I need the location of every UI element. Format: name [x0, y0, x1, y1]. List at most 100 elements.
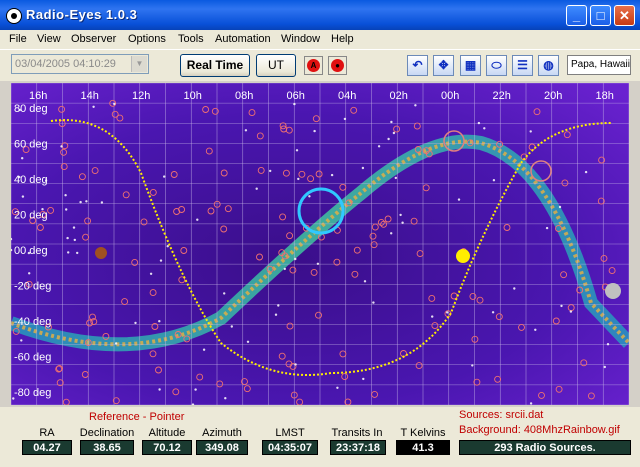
star-marker — [483, 127, 486, 130]
chevron-down-icon[interactable]: ▼ — [131, 56, 147, 72]
star-marker — [394, 176, 397, 180]
sky-map[interactable]: 16h 14h 12h 10h 08h 06h 04h 02h 00h 22h 20h 18h 80 … — [11, 83, 629, 405]
radio-eyes-app-icon — [6, 8, 22, 24]
toolbar: 03/04/2005 04:10:29 ▼ Real Time UT A ● ↶… — [0, 49, 640, 81]
star-marker — [431, 315, 434, 318]
ra-tick-label: 22h — [493, 90, 511, 102]
star-marker — [534, 328, 537, 331]
record-button-a[interactable]: A — [304, 56, 323, 75]
ellipse-button[interactable]: ⬭ — [486, 55, 507, 76]
ra-tick-label: 00h — [441, 90, 459, 102]
compass-button[interactable]: ✥ — [433, 55, 454, 76]
star-marker — [399, 213, 402, 217]
star-marker — [558, 205, 562, 209]
star-marker — [134, 321, 137, 325]
globe-button[interactable]: ◍ — [538, 55, 559, 76]
maximize-button[interactable]: □ — [590, 5, 611, 26]
star-marker — [477, 121, 481, 125]
dec-tick-label: -40 deg — [14, 316, 51, 328]
star-marker — [76, 251, 79, 255]
star-marker — [269, 169, 272, 173]
t-kelvins-value: 41.3 — [396, 440, 450, 455]
star-marker — [158, 388, 161, 391]
minimize-button[interactable]: _ — [566, 5, 587, 26]
sun-marker[interactable] — [456, 249, 470, 263]
ra-label: RA — [39, 427, 55, 439]
datetime-value: 03/04/2005 04:10:29 — [15, 58, 116, 70]
star-marker — [149, 272, 153, 275]
datetime-combobox[interactable]: 03/04/2005 04:10:29 ▼ — [11, 54, 149, 74]
star-marker — [308, 195, 311, 198]
star-marker — [113, 102, 116, 106]
declination-label: Declination — [79, 427, 135, 439]
star-marker — [492, 179, 496, 182]
star-marker — [79, 200, 82, 204]
star-marker — [66, 236, 69, 240]
ra-tick-label: 12h — [132, 90, 150, 102]
reference-label: Reference - Pointer — [89, 411, 185, 423]
menu-window[interactable]: Window — [281, 33, 320, 45]
sky-map-canvas[interactable]: 16h 14h 12h 10h 08h 06h 04h 02h 00h 22h 20h 18h 80 … — [11, 83, 629, 405]
grid-button[interactable]: ▦ — [460, 55, 481, 76]
star-marker — [72, 226, 76, 229]
close-button[interactable]: ✕ — [614, 5, 635, 26]
dec-tick-label: 80 deg — [14, 103, 48, 115]
star-marker — [362, 377, 365, 381]
menu-file[interactable]: File — [9, 33, 27, 45]
star-marker — [361, 166, 365, 170]
ellipse-icon: ⬭ — [491, 58, 502, 72]
star-marker — [316, 262, 320, 265]
menu-view[interactable]: View — [37, 33, 61, 45]
list-button[interactable]: ☰ — [512, 55, 533, 76]
globe-icon: ◍ — [543, 58, 554, 72]
ra-tick-label: 16h — [29, 90, 47, 102]
star-marker — [85, 200, 88, 203]
star-marker — [392, 131, 396, 135]
star-marker — [159, 259, 163, 262]
ut-button[interactable]: UT — [256, 54, 296, 77]
star-marker — [20, 339, 23, 342]
compass-icon: ✥ — [438, 58, 449, 72]
star-marker — [255, 187, 258, 190]
star-marker — [223, 292, 226, 295]
star-marker — [274, 313, 278, 316]
star-marker — [100, 201, 104, 204]
star-marker — [457, 198, 461, 201]
real-time-button[interactable]: Real Time — [180, 54, 250, 77]
record-button-b[interactable]: ● — [328, 56, 347, 75]
ra-tick-label: 20h — [544, 90, 562, 102]
star-marker — [244, 129, 248, 132]
transits-in-value: 23:37:18 — [330, 440, 386, 455]
planet-marker[interactable] — [95, 247, 107, 259]
star-marker — [584, 170, 588, 174]
location-field[interactable]: Papa, Hawaii — [567, 55, 631, 75]
grid-icon: ▦ — [464, 58, 477, 72]
moon-marker[interactable] — [605, 283, 621, 299]
ra-tick-label: 10h — [184, 90, 202, 102]
star-marker — [230, 325, 233, 328]
azimuth-value: 349.08 — [196, 440, 248, 455]
star-marker — [21, 157, 24, 160]
dec-tick-label: 40 deg — [14, 174, 48, 186]
altitude-label: Altitude — [148, 427, 186, 439]
undo-button[interactable]: ↶ — [407, 55, 428, 76]
ra-tick-label: 14h — [81, 90, 99, 102]
ra-value: 04.27 — [22, 440, 72, 455]
ra-tick-label: 18h — [596, 90, 614, 102]
star-marker — [390, 120, 393, 124]
star-marker — [224, 397, 227, 400]
ra-tick-label: 04h — [338, 90, 356, 102]
azimuth-label: Azimuth — [202, 427, 242, 439]
menu-automation[interactable]: Automation — [215, 33, 271, 45]
star-marker — [28, 272, 31, 275]
menu-observer[interactable]: Observer — [71, 33, 116, 45]
star-marker — [21, 195, 25, 198]
red-circle-icon: ● — [331, 59, 344, 72]
menu-options[interactable]: Options — [128, 33, 166, 45]
menu-help[interactable]: Help — [331, 33, 354, 45]
menu-tools[interactable]: Tools — [178, 33, 204, 45]
dec-tick-label: -80 deg — [14, 387, 51, 399]
star-marker — [295, 149, 299, 152]
star-marker — [330, 173, 334, 177]
star-marker — [65, 208, 68, 211]
